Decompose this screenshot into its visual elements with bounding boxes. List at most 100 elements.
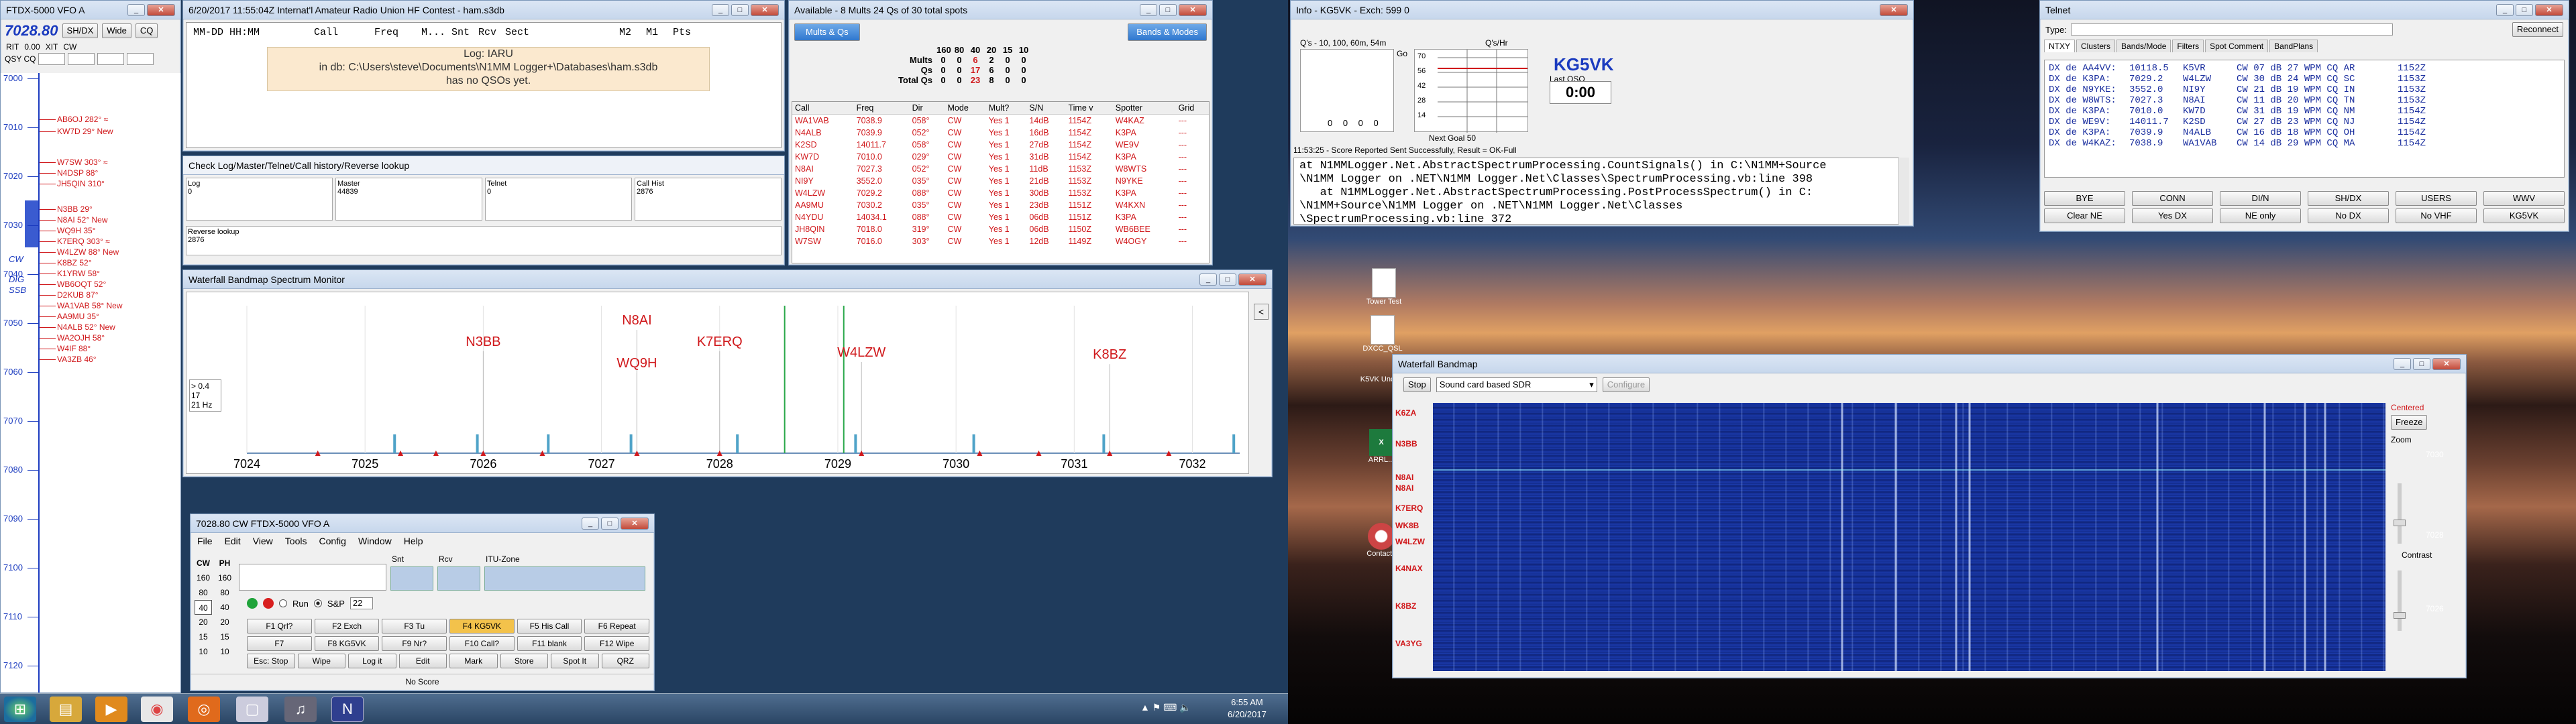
- minimize-icon[interactable]: _: [2394, 357, 2411, 370]
- summary-value[interactable]: 0: [953, 65, 966, 75]
- telnet-tab[interactable]: BandPlans: [2269, 40, 2318, 52]
- summary-value[interactable]: 17: [969, 65, 982, 75]
- cw-band-button[interactable]: 40: [195, 600, 212, 615]
- summary-value[interactable]: 0: [1017, 55, 1030, 65]
- bandmap-spot[interactable]: D2KUB 87°: [57, 290, 99, 300]
- available-row[interactable]: K2SD 14011.7 058° CW Yes 1 27dB 1154Z WE9V ---: [792, 139, 1209, 151]
- telnet-spot-line[interactable]: DX de W8WTS: 7027.3 N8AI CW 11 dB 20 WPM CQ…: [2049, 95, 2560, 106]
- summary-value[interactable]: 0: [1001, 75, 1014, 85]
- zoom-slider-thumb[interactable]: [2394, 520, 2406, 526]
- available-row[interactable]: N4YDU 14034.1 088° CW Yes 1 06dB 1151Z K3PA ---: [792, 211, 1209, 223]
- summary-value[interactable]: 0: [953, 55, 966, 65]
- maximize-icon[interactable]: □: [601, 517, 619, 530]
- ph-band-button[interactable]: 20: [216, 615, 233, 629]
- available-row[interactable]: AA9MU 7030.2 035° CW Yes 1 23dB 1151Z W4KXN ---: [792, 199, 1209, 211]
- telnet-filter-button[interactable]: NE only: [2220, 208, 2301, 223]
- available-col-header[interactable]: S/N: [1026, 102, 1066, 115]
- info-scrollbar[interactable]: [1898, 158, 1909, 225]
- log-col-call[interactable]: Call: [314, 27, 374, 38]
- spectrum-spot-label[interactable]: N3BB: [466, 335, 500, 349]
- menu-config[interactable]: Config: [319, 536, 345, 546]
- bandmap-spot[interactable]: WA2OJH 58°: [57, 333, 105, 343]
- fkey-button[interactable]: Edit: [398, 654, 447, 668]
- bandmap-spot[interactable]: N4DSP 88°: [57, 168, 98, 178]
- ph-band-button[interactable]: 40: [216, 600, 233, 615]
- available-row[interactable]: KW7D 7010.0 029° CW Yes 1 31dB 1154Z K3PA ---: [792, 151, 1209, 163]
- log-col-pts[interactable]: Pts: [673, 27, 700, 38]
- sp-radio[interactable]: [313, 599, 322, 607]
- telnet-command-button[interactable]: WWV: [2483, 191, 2565, 206]
- info-error-log[interactable]: at N1MMLogger.Net.AbstractSpectrumProces…: [1293, 158, 1909, 225]
- bandmap-spot[interactable]: W4IF 88°: [57, 344, 91, 353]
- summary-value[interactable]: 6: [969, 55, 982, 65]
- waterfall-callsign[interactable]: K4NAX: [1395, 564, 1423, 573]
- bandmap-spot[interactable]: KW7D 29° New: [57, 127, 113, 136]
- waterfall-callsign[interactable]: WK8B: [1395, 521, 1419, 530]
- log-col-m2[interactable]: M2: [619, 27, 646, 38]
- bandmap-spot[interactable]: W7SW 303° ≈: [57, 158, 107, 167]
- wide-button[interactable]: Wide: [102, 23, 131, 38]
- bandmap-spot[interactable]: N3BB 29°: [57, 204, 93, 214]
- maximize-icon[interactable]: □: [2516, 3, 2533, 16]
- telnet-filter-button[interactable]: No DX: [2308, 208, 2389, 223]
- ph-band-button[interactable]: 80: [216, 585, 233, 600]
- vfo-titlebar[interactable]: FTDX-5000 VFO A _ ✕: [1, 1, 180, 19]
- telnet-tab[interactable]: Spot Comment: [2205, 40, 2269, 52]
- waterfall-callsign[interactable]: N8AI: [1395, 473, 1413, 482]
- close-icon[interactable]: ✕: [2535, 3, 2563, 16]
- available-spots-table[interactable]: Call Freq Dir Mode Mult? S/N Time v Spotter Grid…: [792, 101, 1210, 263]
- bandmap-spot[interactable]: JH5QIN 310°: [57, 179, 105, 188]
- telnet-spot-line[interactable]: DX de K3PA: 7039.9 N4ALB CW 16 dB 18 WPM CQ…: [2049, 127, 2560, 138]
- freeze-button[interactable]: Freeze: [2391, 415, 2428, 430]
- shdx-button[interactable]: SH/DX: [62, 23, 99, 38]
- sp-number[interactable]: 22: [350, 597, 373, 609]
- bandmap-spot[interactable]: AB6OJ 282° ≈: [57, 115, 108, 124]
- waterfall-titlebar[interactable]: Waterfall Bandmap _ □ ✕: [1393, 355, 2466, 373]
- telnet-command-input[interactable]: [2070, 23, 2393, 36]
- callsign-input[interactable]: [239, 564, 386, 591]
- log-col-sect[interactable]: Sect: [505, 27, 619, 38]
- minimize-icon[interactable]: _: [1199, 273, 1217, 286]
- bandmap-spot[interactable]: WQ9H 35°: [57, 226, 95, 235]
- log-titlebar[interactable]: 6/20/2017 11:55:04Z Internat'l Amateur R…: [183, 1, 784, 19]
- summary-value[interactable]: 0: [936, 65, 950, 75]
- minimize-icon[interactable]: _: [582, 517, 599, 530]
- qsy-field-2[interactable]: [68, 53, 95, 65]
- available-col-header[interactable]: Mode: [945, 102, 986, 115]
- close-icon[interactable]: ✕: [1179, 3, 1207, 16]
- telnet-filter-button[interactable]: Yes DX: [2132, 208, 2213, 223]
- available-row[interactable]: NI9Y 3552.0 035° CW Yes 1 21dB 1153Z N9YKE ---: [792, 175, 1209, 187]
- cq-button[interactable]: CQ: [135, 23, 158, 38]
- telnet-tab[interactable]: Bands/Mode: [2116, 40, 2171, 52]
- available-row[interactable]: WA1VAB 7038.9 058° CW Yes 1 14dB 1154Z W4KAZ ---: [792, 115, 1209, 127]
- fkey-button[interactable]: F9 Nr?: [382, 636, 447, 651]
- qsy-field-3[interactable]: [97, 53, 125, 65]
- bandmap-spot[interactable]: W4LZW 88° New: [57, 247, 119, 257]
- log-grid[interactable]: MM-DD HH:MM Call Freq M... Snt Rcv Sect …: [186, 22, 782, 148]
- fkey-button[interactable]: Store: [500, 654, 548, 668]
- zoom-slider[interactable]: [2398, 483, 2402, 544]
- sdr-source-select[interactable]: Sound card based SDR ▾: [1436, 377, 1597, 392]
- telnet-command-button[interactable]: CONN: [2132, 191, 2213, 206]
- available-col-header[interactable]: Dir: [909, 102, 945, 115]
- checklog-log-pane[interactable]: Log 0: [186, 178, 333, 221]
- spectrum-spot-label[interactable]: N8AI: [622, 313, 651, 328]
- info-titlebar[interactable]: Info - KG5VK - Exch: 599 0 ✕: [1291, 1, 1913, 19]
- available-titlebar[interactable]: Available - 8 Mults 24 Qs of 30 total sp…: [789, 1, 1212, 19]
- fkey-button[interactable]: QRZ: [601, 654, 649, 668]
- snt-input[interactable]: [390, 566, 433, 591]
- telnet-spot-line[interactable]: DX de W4KAZ: 7038.9 WA1VAB CW 14 dB 29 WPM …: [2049, 138, 2560, 149]
- minimize-icon[interactable]: _: [2496, 3, 2514, 16]
- maximize-icon[interactable]: □: [731, 3, 749, 16]
- waterfall-display[interactable]: [1433, 403, 2385, 671]
- cw-band-button[interactable]: 160: [195, 570, 212, 585]
- available-col-header[interactable]: Time v: [1065, 102, 1113, 115]
- close-icon[interactable]: ✕: [147, 3, 175, 16]
- telnet-command-button[interactable]: BYE: [2044, 191, 2125, 206]
- spectrum-spot-label[interactable]: K8BZ: [1093, 347, 1126, 362]
- log-col-date[interactable]: MM-DD HH:MM: [193, 27, 314, 38]
- ph-band-button[interactable]: 15: [216, 629, 233, 644]
- available-row[interactable]: JH8QIN 7018.0 319° CW Yes 1 06dB 1150Z WB6BEE --…: [792, 223, 1209, 235]
- telnet-command-button[interactable]: USERS: [2396, 191, 2477, 206]
- fkey-button[interactable]: Spot It: [551, 654, 599, 668]
